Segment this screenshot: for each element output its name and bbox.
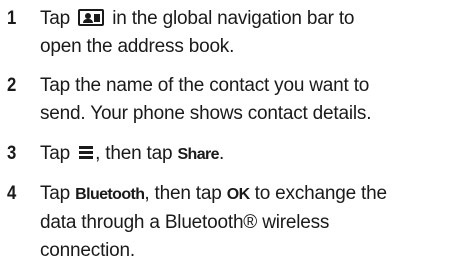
text-fragment: to exchange the bbox=[254, 183, 387, 204]
step-line: data through a Bluetooth® wireless bbox=[40, 212, 330, 233]
step-line: Tap , then tap Share. bbox=[40, 140, 447, 169]
step-line: connection. bbox=[40, 240, 135, 261]
instruction-steps: 1 Tap in the global navigation bar to op… bbox=[0, 0, 453, 277]
step-3: 3 Tap , then tap Share. bbox=[0, 140, 453, 169]
share-option-label: Share bbox=[177, 146, 219, 163]
text-fragment: . bbox=[218, 143, 225, 164]
step-1: 1 Tap in the global navigation bar to op… bbox=[0, 5, 453, 61]
text-fragment: Tap bbox=[40, 183, 71, 204]
step-text: Tap , then tap Share. bbox=[40, 140, 453, 169]
step-line: Tap Bluetooth, then tap OK to exchange t… bbox=[40, 180, 447, 209]
step-text: Tap Bluetooth, then tap OK to exchange t… bbox=[40, 180, 453, 265]
text-fragment: Tap bbox=[40, 8, 71, 29]
step-line: Tap in the global navigation bar to bbox=[40, 5, 447, 33]
step-number: 4 bbox=[7, 183, 17, 204]
step-text: Tap the name of the contact you want to … bbox=[40, 72, 453, 128]
menu-icon bbox=[79, 146, 94, 160]
step-number: 3 bbox=[7, 143, 17, 164]
step-number: 2 bbox=[7, 75, 17, 96]
step-text: Tap in the global navigation bar to open… bbox=[40, 5, 453, 61]
contacts-icon bbox=[78, 9, 105, 26]
step-line: open the address book. bbox=[40, 36, 235, 57]
text-fragment: , then tap bbox=[144, 183, 222, 204]
text-fragment: Tap bbox=[40, 143, 71, 164]
bluetooth-option-label: Bluetooth bbox=[75, 186, 145, 203]
text-fragment: , then tap bbox=[95, 143, 173, 164]
step-line: Tap the name of the contact you want to bbox=[40, 75, 370, 96]
text-fragment: in the global navigation bar to bbox=[112, 8, 355, 29]
step-line: send. Your phone shows contact details. bbox=[40, 103, 372, 124]
step-number: 1 bbox=[7, 8, 17, 29]
ok-option-label: OK bbox=[226, 186, 250, 203]
step-2: 2 Tap the name of the contact you want t… bbox=[0, 72, 453, 128]
step-4: 4 Tap Bluetooth, then tap OK to exchange… bbox=[0, 180, 453, 265]
